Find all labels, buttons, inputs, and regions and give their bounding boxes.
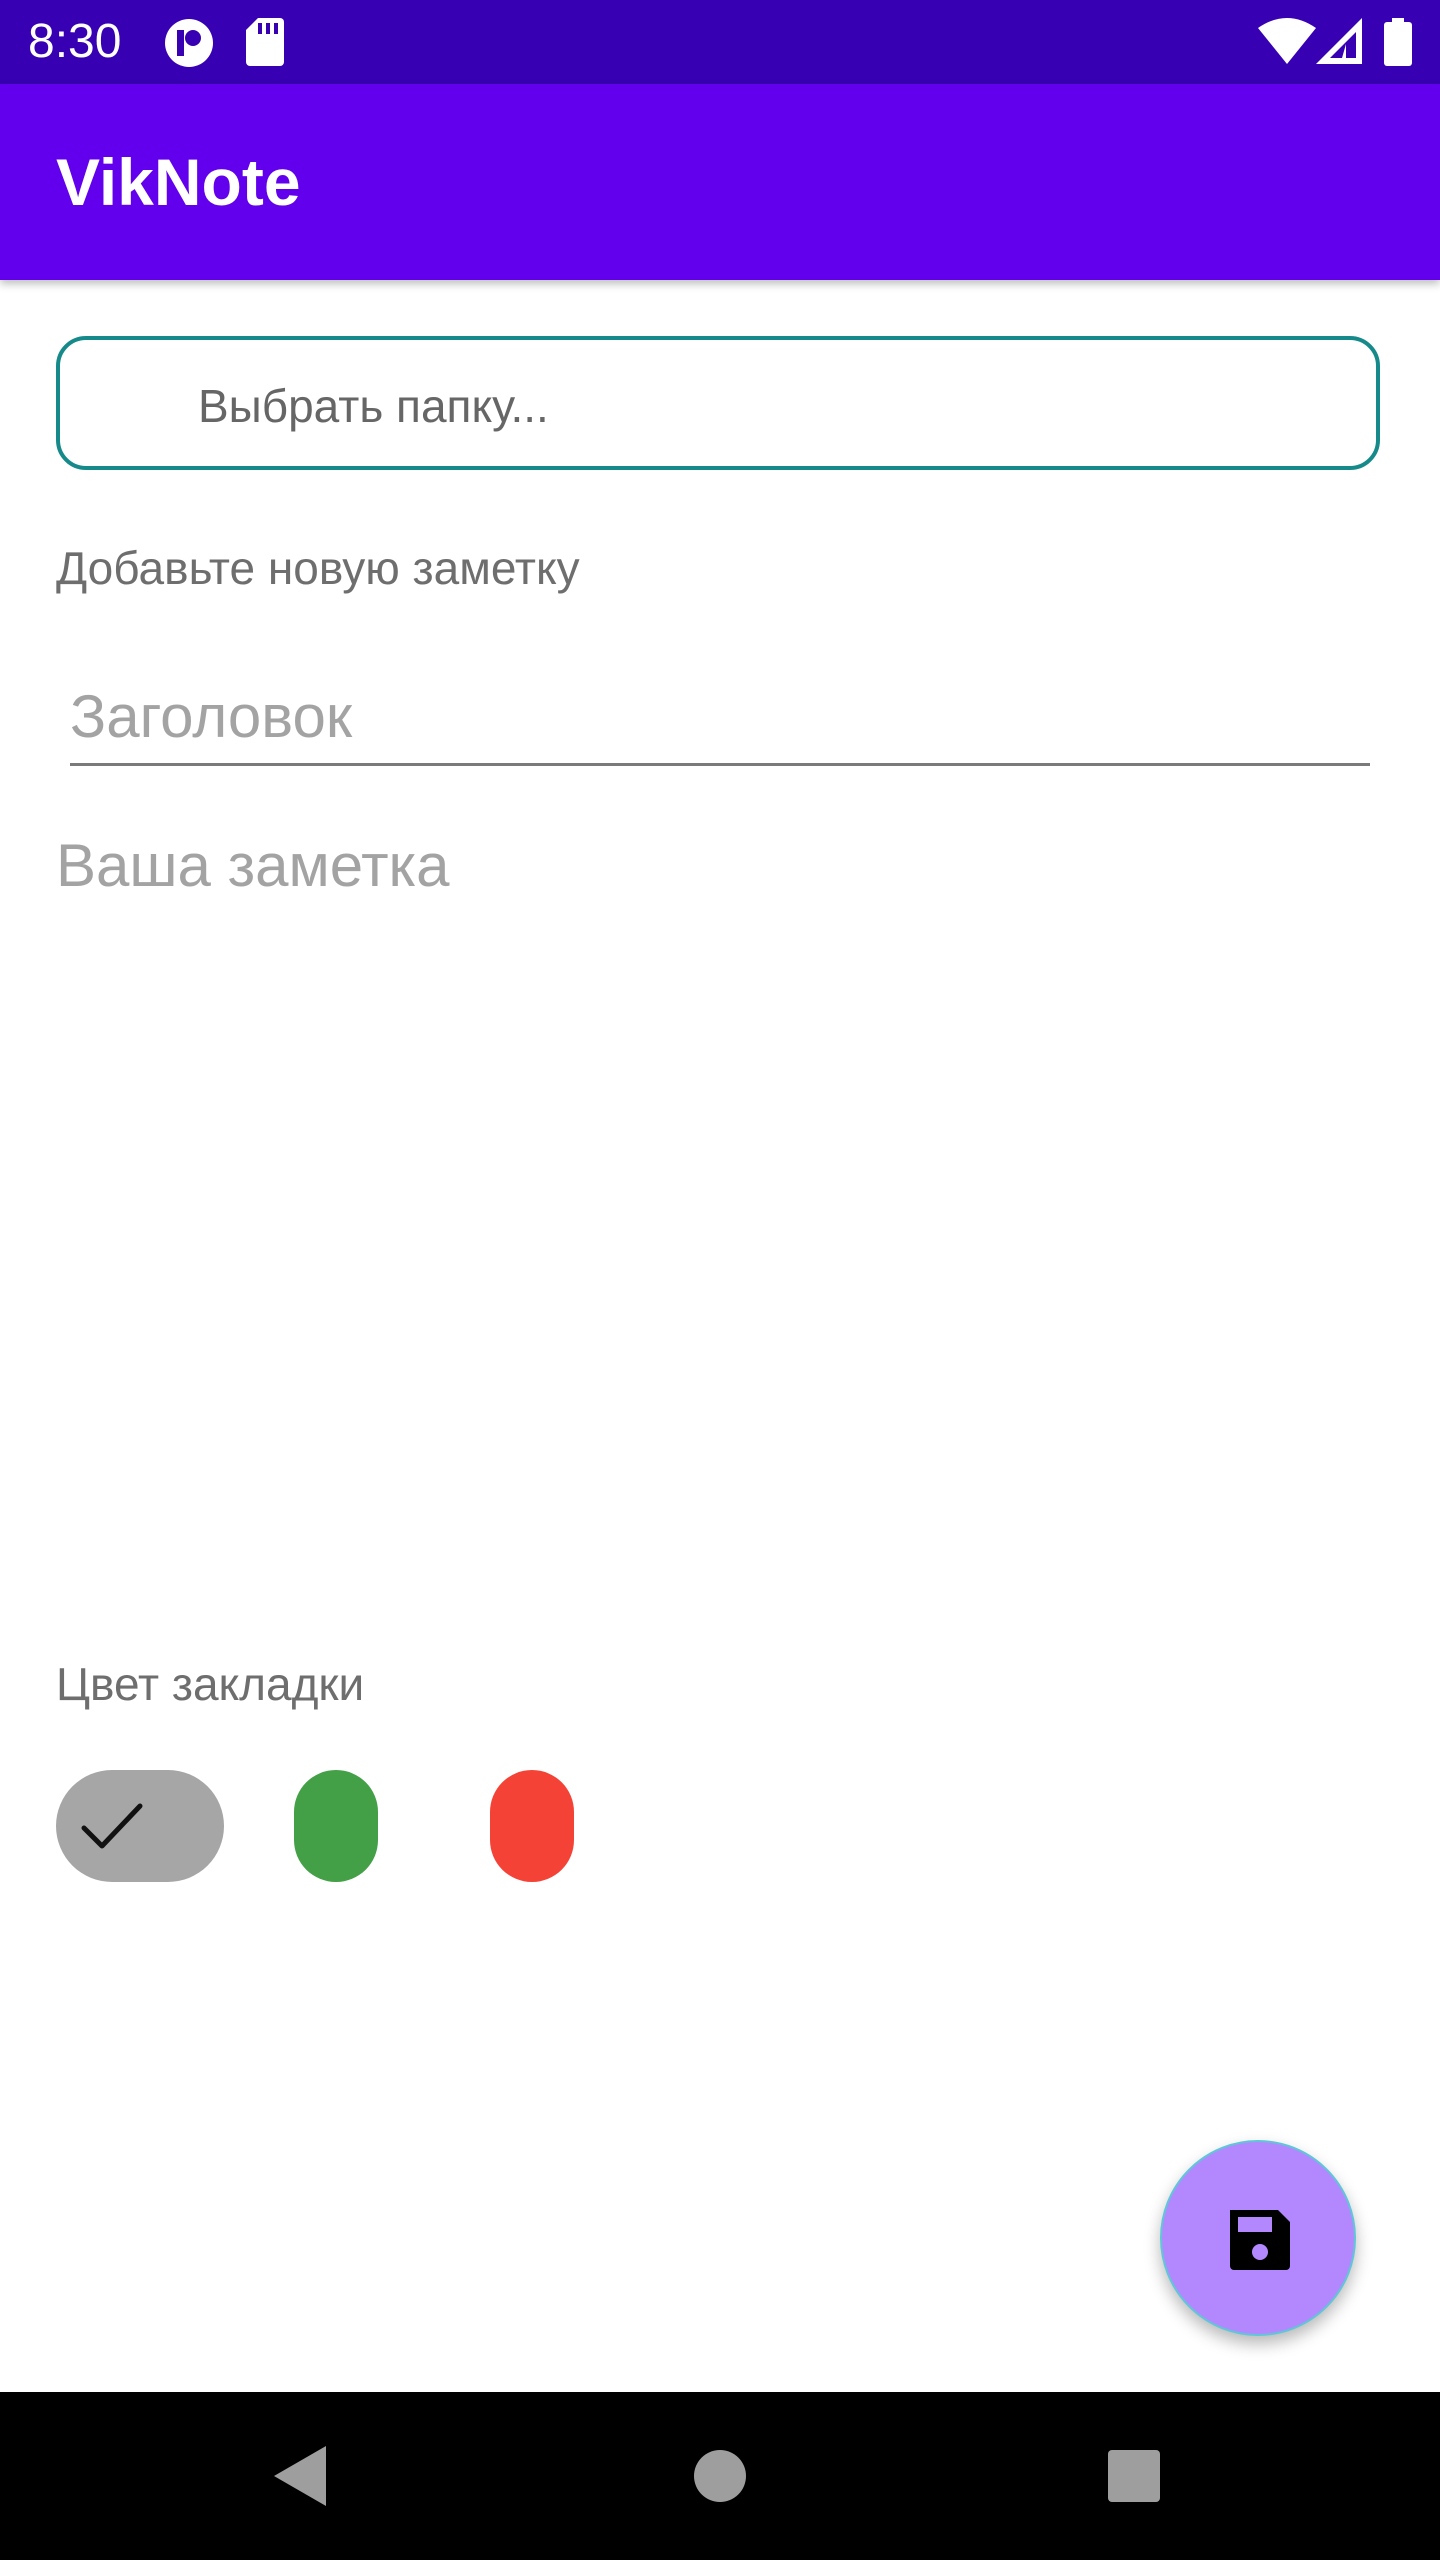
notification-app-icon	[165, 19, 213, 67]
recents-icon[interactable]	[1094, 2436, 1174, 2516]
sd-card-icon	[246, 18, 284, 66]
status-bar: 8:30	[0, 0, 1440, 84]
color-chip-gray[interactable]	[56, 1770, 224, 1882]
check-icon	[81, 1803, 143, 1849]
color-chip-red[interactable]	[490, 1770, 574, 1882]
back-icon[interactable]	[260, 2436, 340, 2516]
color-chip-green[interactable]	[294, 1770, 378, 1882]
app-title: VikNote	[56, 145, 301, 219]
save-button[interactable]	[1160, 2140, 1356, 2336]
app-bar: VikNote	[0, 84, 1440, 280]
wifi-icon	[1258, 18, 1316, 64]
navigation-bar	[0, 2392, 1440, 2560]
signal-icon	[1316, 18, 1362, 64]
add-note-label: Добавьте новую заметку	[56, 542, 580, 594]
folder-select-dropdown[interactable]: Выбрать папку...	[56, 336, 1380, 470]
save-icon	[1230, 2210, 1290, 2270]
note-input[interactable]	[56, 822, 1380, 1582]
battery-icon	[1384, 18, 1412, 66]
bookmark-color-label: Цвет закладки	[56, 1658, 365, 1710]
status-time: 8:30	[28, 15, 122, 68]
home-icon[interactable]	[680, 2436, 760, 2516]
folder-select-placeholder: Выбрать папку...	[198, 380, 549, 432]
screen: 8:30 VikNote Выбрать папку... Добавьте н…	[0, 0, 1440, 2560]
title-input[interactable]	[70, 670, 1370, 766]
